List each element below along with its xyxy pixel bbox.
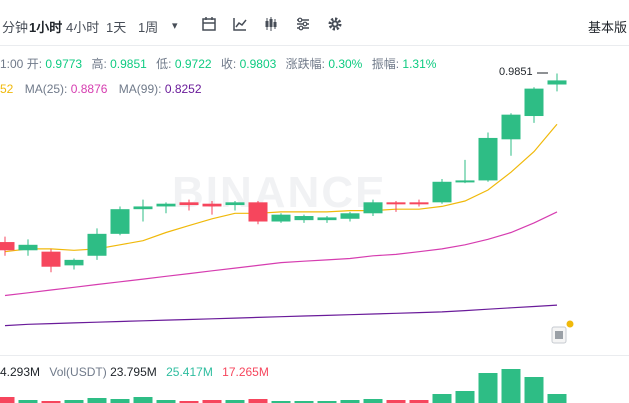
- volume-bar: [455, 391, 475, 403]
- volume-value-3: 25.417M: [166, 365, 213, 379]
- volume-value-2: 23.795M: [110, 365, 157, 379]
- high-price-marker: 0.9851: [499, 66, 533, 78]
- candle-body[interactable]: [432, 181, 452, 203]
- candle-body[interactable]: [202, 203, 222, 207]
- volume-bar: [248, 399, 268, 403]
- ma99-line: [4, 304, 558, 327]
- volume-bar: [524, 377, 544, 403]
- volume-bar: [478, 373, 498, 403]
- candle-body[interactable]: [294, 216, 314, 221]
- volume-value-4: 17.265M: [222, 365, 269, 379]
- candle-body[interactable]: [248, 202, 268, 222]
- volume-bar: [0, 397, 15, 403]
- candle-body[interactable]: [386, 202, 406, 205]
- volume-bar: [547, 394, 567, 403]
- candle-body[interactable]: [225, 202, 245, 206]
- candle-body[interactable]: [455, 180, 475, 183]
- candle-body[interactable]: [133, 206, 153, 210]
- candle-body[interactable]: [317, 217, 337, 221]
- volume-legend: 4.293M Vol(USDT) 23.795M 25.417M 17.265M: [0, 365, 269, 379]
- ma7-line: [4, 123, 558, 253]
- chart-tool-icon[interactable]: [551, 320, 574, 344]
- candle-body[interactable]: [340, 213, 360, 219]
- candle-body[interactable]: [156, 203, 176, 207]
- candle-body[interactable]: [110, 209, 130, 234]
- volume-divider: [0, 355, 629, 356]
- volume-bar: [110, 399, 130, 403]
- volume-bar: [501, 369, 521, 403]
- candle-body[interactable]: [179, 202, 199, 206]
- candle-body[interactable]: [547, 80, 567, 85]
- candle-body[interactable]: [501, 114, 521, 140]
- volume-value-1: 4.293M: [0, 365, 41, 379]
- candle-body[interactable]: [271, 214, 291, 222]
- candle-body[interactable]: [363, 202, 383, 214]
- candle-body[interactable]: [409, 202, 429, 205]
- volume-label: Vol(USDT): [49, 365, 107, 379]
- candle-body[interactable]: [64, 259, 84, 266]
- candle-body[interactable]: [41, 251, 61, 267]
- volume-bar: [133, 397, 153, 403]
- candle-body[interactable]: [87, 233, 107, 256]
- candle-body[interactable]: [478, 137, 498, 181]
- candles: [0, 73, 567, 273]
- candle-body[interactable]: [18, 244, 38, 251]
- candle-body[interactable]: [524, 88, 544, 117]
- volume-bar: [87, 398, 107, 403]
- candle-body[interactable]: [0, 242, 15, 251]
- volume-bar: [432, 394, 452, 403]
- candlestick-chart[interactable]: [0, 0, 629, 403]
- volume-bar: [363, 399, 383, 403]
